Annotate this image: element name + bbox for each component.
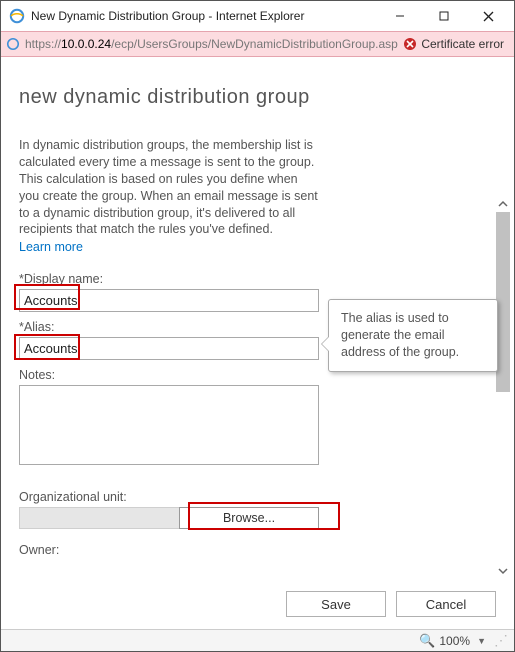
display-name-label: *Display name:: [19, 272, 496, 286]
scroll-thumb[interactable]: [496, 212, 510, 392]
browse-button[interactable]: Browse...: [179, 507, 319, 529]
notes-input[interactable]: [19, 385, 319, 465]
org-unit-field: [19, 507, 179, 529]
alias-input[interactable]: [19, 337, 319, 360]
button-bar: Save Cancel: [1, 581, 514, 627]
owner-label: Owner:: [19, 543, 496, 557]
learn-more-link[interactable]: Learn more: [19, 240, 496, 254]
display-name-input[interactable]: [19, 289, 319, 312]
window-titlebar: New Dynamic Distribution Group - Interne…: [1, 1, 514, 31]
save-button[interactable]: Save: [286, 591, 386, 617]
url-text: https://10.0.0.24/ecp/UsersGroups/NewDyn…: [25, 37, 401, 51]
protocol-icon: [5, 36, 21, 52]
window-title: New Dynamic Distribution Group - Interne…: [31, 9, 378, 23]
alias-tooltip: The alias is used to generate the email …: [328, 299, 498, 372]
page-title: new dynamic distribution group: [19, 86, 496, 109]
ie-icon: [9, 8, 25, 24]
alias-tooltip-text: The alias is used to generate the email …: [341, 311, 459, 359]
zoom-control[interactable]: 🔍 100% ▼: [419, 633, 486, 649]
resize-grip-icon[interactable]: ⋰: [494, 632, 508, 649]
address-bar[interactable]: https://10.0.0.24/ecp/UsersGroups/NewDyn…: [1, 31, 514, 57]
org-unit-row: Browse...: [19, 507, 319, 529]
magnifier-icon: 🔍: [419, 633, 435, 649]
certificate-error-text: Certificate error: [421, 37, 504, 51]
window-controls: [378, 2, 510, 30]
close-button[interactable]: [466, 2, 510, 30]
scroll-up-icon[interactable]: [496, 198, 510, 210]
zoom-value: 100%: [439, 634, 470, 648]
minimize-button[interactable]: [378, 2, 422, 30]
org-unit-label: Organizational unit:: [19, 490, 496, 504]
cancel-button[interactable]: Cancel: [396, 591, 496, 617]
maximize-button[interactable]: [422, 2, 466, 30]
error-icon: [403, 37, 417, 51]
status-bar: 🔍 100% ▼ ⋰: [1, 629, 514, 651]
page-description: In dynamic distribution groups, the memb…: [19, 137, 319, 238]
scrollbar[interactable]: [496, 198, 510, 577]
chevron-down-icon[interactable]: ▼: [477, 636, 486, 646]
certificate-error-badge[interactable]: Certificate error: [401, 37, 510, 51]
scroll-down-icon[interactable]: [496, 565, 510, 577]
